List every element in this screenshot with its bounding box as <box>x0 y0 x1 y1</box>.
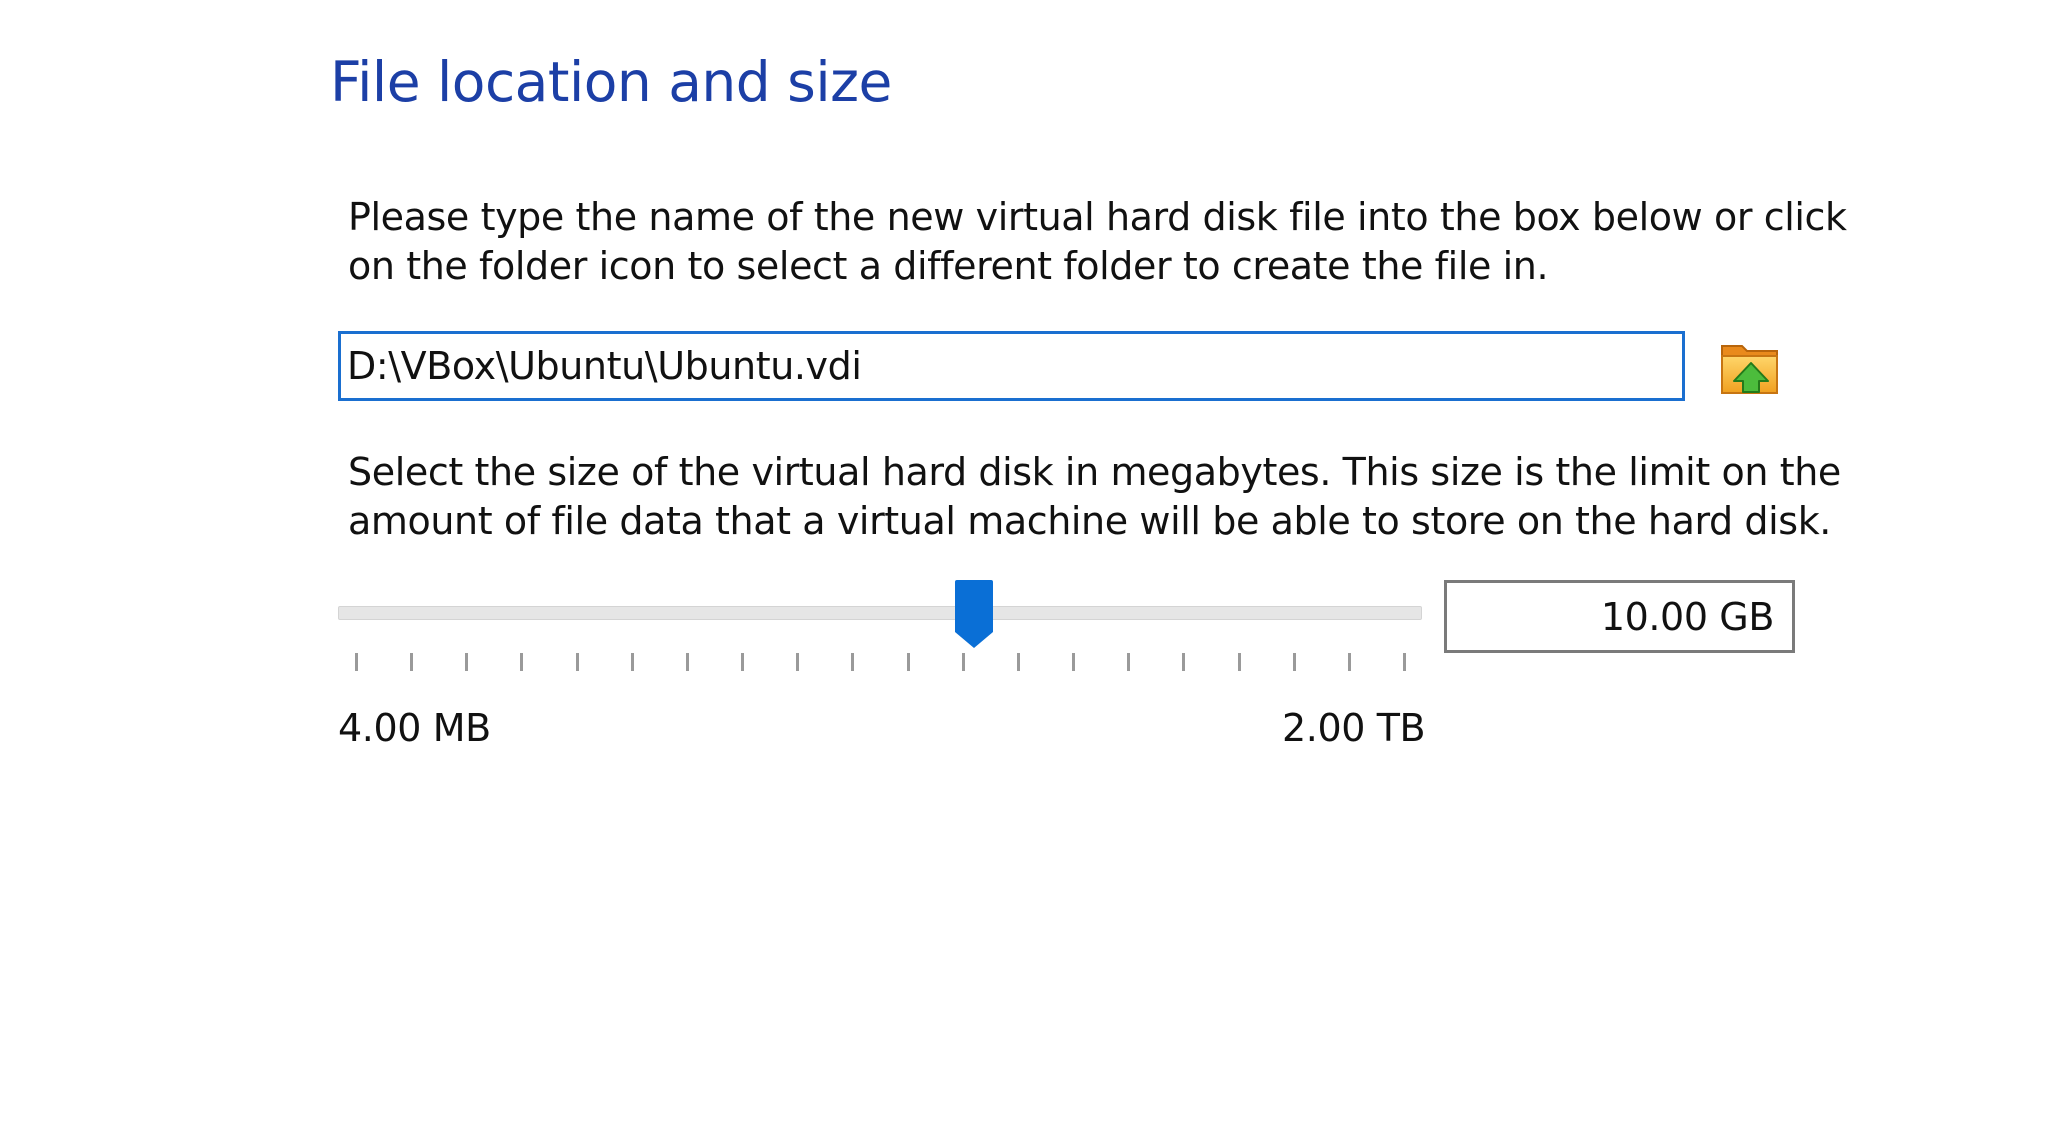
slider-tick <box>355 653 358 671</box>
size-instruction: Select the size of the virtual hard disk… <box>348 448 1841 546</box>
disk-size-input[interactable] <box>1444 580 1795 653</box>
slider-tick <box>685 653 689 671</box>
size-instruction-line: amount of file data that a virtual machi… <box>348 499 1831 543</box>
slider-tick <box>1403 653 1406 671</box>
page-title: File location and size <box>330 50 892 114</box>
slider-tick <box>796 653 800 671</box>
slider-tick <box>1182 653 1186 671</box>
slider-tick <box>465 653 469 671</box>
slider-tick <box>851 653 855 671</box>
folder-icon <box>1721 345 1778 394</box>
slider-tick <box>1292 653 1296 671</box>
location-instruction: Please type the name of the new virtual … <box>348 193 1847 291</box>
slider-tick <box>1016 653 1020 671</box>
slider-tick <box>741 653 745 671</box>
location-instruction-line: on the folder icon to select a different… <box>348 244 1549 288</box>
slider-thumb-icon <box>955 580 994 648</box>
file-path-input[interactable] <box>338 331 1685 401</box>
slider-tick <box>1072 653 1076 671</box>
size-max-label: 2.00 TB <box>1282 706 1426 750</box>
slider-tick <box>961 653 965 671</box>
slider-track[interactable] <box>338 606 1422 620</box>
slider-tick <box>1127 653 1131 671</box>
disk-size-slider[interactable] <box>338 576 1422 656</box>
size-instruction-line: Select the size of the virtual hard disk… <box>348 450 1841 494</box>
location-instruction-line: Please type the name of the new virtual … <box>348 195 1847 239</box>
slider-tick <box>1347 653 1351 671</box>
slider-tick <box>1237 653 1241 671</box>
choose-folder-button[interactable] <box>1718 336 1784 400</box>
slider-tick <box>410 653 414 671</box>
slider-tick <box>906 653 910 671</box>
slider-tick <box>630 653 634 671</box>
slider-tick <box>575 653 579 671</box>
size-min-label: 4.00 MB <box>338 706 491 750</box>
slider-ticks <box>338 653 1422 673</box>
slider-handle[interactable] <box>953 578 995 650</box>
slider-tick <box>520 653 524 671</box>
